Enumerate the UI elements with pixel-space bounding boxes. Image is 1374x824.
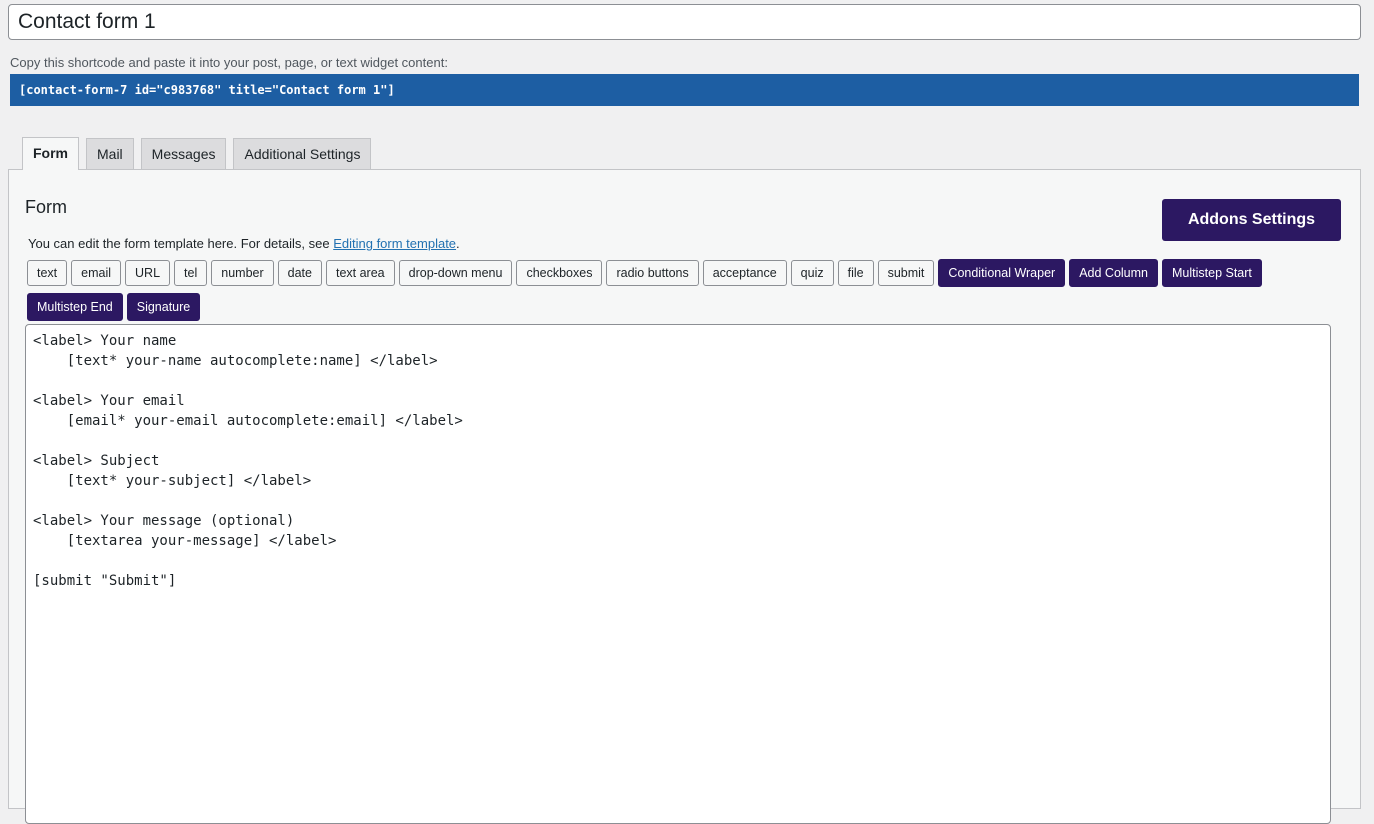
conditional-wraper-button[interactable]: Conditional Wraper: [938, 259, 1066, 287]
tab-additional-settings[interactable]: Additional Settings: [233, 138, 372, 170]
description-text: You can edit the form template here. For…: [28, 236, 334, 251]
tag-url-button[interactable]: URL: [125, 260, 171, 286]
tab-messages[interactable]: Messages: [140, 138, 227, 170]
tag-radio-button[interactable]: radio buttons: [606, 260, 699, 286]
tag-tel-button[interactable]: tel: [174, 260, 208, 286]
tag-generator-row-2: Multistep End Signature: [27, 293, 201, 321]
shortcode-box[interactable]: [contact-form-7 id="c983768" title="Cont…: [10, 74, 1359, 106]
tag-file-button[interactable]: file: [837, 260, 874, 286]
multistep-start-button[interactable]: Multistep Start: [1162, 259, 1262, 287]
tab-bar: Form Mail Messages Additional Settings: [22, 137, 372, 170]
tag-acceptance-button[interactable]: acceptance: [702, 260, 787, 286]
tag-dropdown-button[interactable]: drop-down menu: [398, 260, 513, 286]
tag-number-button[interactable]: number: [211, 260, 274, 286]
signature-button[interactable]: Signature: [126, 293, 201, 321]
shortcode-label: Copy this shortcode and paste it into yo…: [10, 55, 448, 70]
add-column-button[interactable]: Add Column: [1069, 259, 1158, 287]
form-panel: Form Addons Settings You can edit the fo…: [8, 169, 1361, 824]
panel-heading: Form: [25, 197, 67, 217]
form-title-input[interactable]: [8, 4, 1361, 40]
tag-generator-row-1: text email URL tel number date text area…: [27, 259, 1262, 287]
tag-date-button[interactable]: date: [277, 260, 322, 286]
addons-settings-button[interactable]: Addons Settings: [1162, 199, 1341, 241]
tag-quiz-button[interactable]: quiz: [790, 260, 834, 286]
tab-mail[interactable]: Mail: [86, 138, 134, 170]
form-template-editor[interactable]: <label> Your name [text* your-name autoc…: [25, 324, 1331, 824]
panel-description: You can edit the form template here. For…: [28, 236, 460, 251]
tag-checkboxes-button[interactable]: checkboxes: [516, 260, 603, 286]
tag-submit-button[interactable]: submit: [877, 260, 935, 286]
multistep-end-button[interactable]: Multistep End: [27, 293, 123, 321]
description-suffix: .: [456, 236, 460, 251]
tab-form[interactable]: Form: [22, 137, 79, 170]
tag-email-button[interactable]: email: [71, 260, 122, 286]
tag-textarea-button[interactable]: text area: [325, 260, 395, 286]
tag-text-button[interactable]: text: [27, 260, 68, 286]
editing-form-template-link[interactable]: Editing form template: [333, 236, 456, 251]
